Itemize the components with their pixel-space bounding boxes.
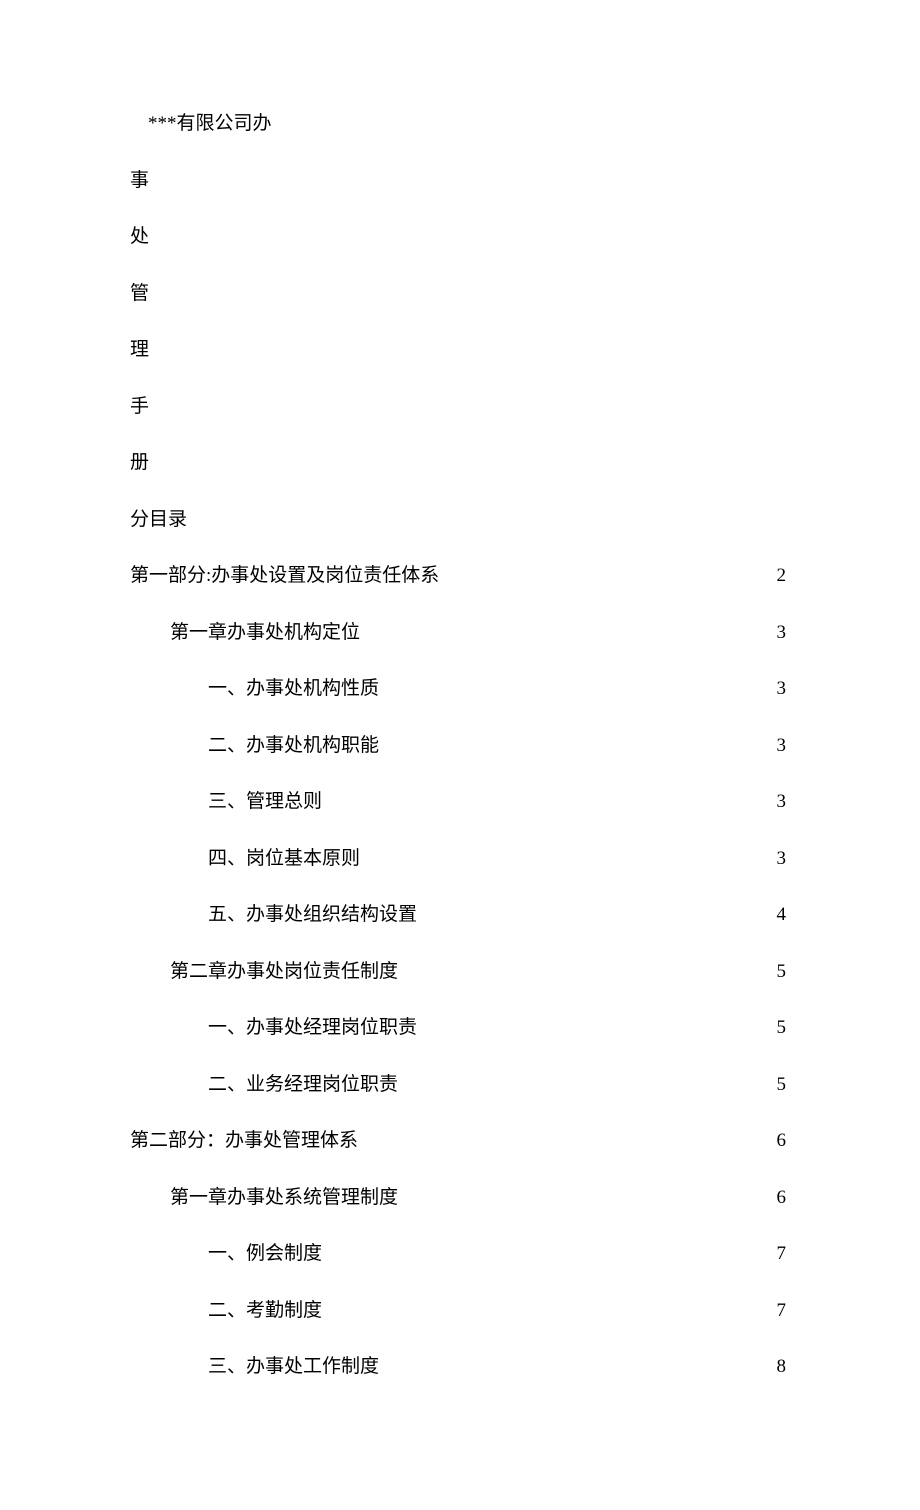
toc-page: 4 xyxy=(777,901,787,930)
toc-page: 3 xyxy=(777,675,787,704)
toc-entry: 一、办事处经理岗位职责 5 xyxy=(130,1014,786,1043)
toc-label: 第一章办事处系统管理制度 xyxy=(170,1184,398,1213)
toc-page: 3 xyxy=(777,845,787,874)
title-part-2: 处 xyxy=(130,223,790,252)
toc-page: 5 xyxy=(777,1071,787,1100)
toc-label: 第一部分:办事处设置及岗位责任体系 xyxy=(130,562,439,591)
title-part-6: 册 xyxy=(130,449,790,478)
toc-label: 一、办事处机构性质 xyxy=(208,675,379,704)
toc-entry: 第一章办事处系统管理制度 6 xyxy=(130,1184,786,1213)
toc-page: 7 xyxy=(777,1240,787,1269)
toc-entry: 二、办事处机构职能 3 xyxy=(130,732,786,761)
toc-label: 二、业务经理岗位职责 xyxy=(208,1071,398,1100)
title-part-0: ***有限公司办 xyxy=(130,110,790,139)
toc-label: 一、办事处经理岗位职责 xyxy=(208,1014,417,1043)
toc-entry: 一、例会制度 7 xyxy=(130,1240,786,1269)
title-part-1: 事 xyxy=(130,167,790,196)
toc-entry: 二、业务经理岗位职责 5 xyxy=(130,1071,786,1100)
toc-label: 四、岗位基本原则 xyxy=(208,845,360,874)
toc-entry: 第一部分:办事处设置及岗位责任体系 2 xyxy=(130,562,786,591)
toc-page: 6 xyxy=(777,1184,787,1213)
toc-label: 二、办事处机构职能 xyxy=(208,732,379,761)
document-page: ***有限公司办 事 处 管 理 手 册 分目录 第一部分:办事处设置及岗位责任… xyxy=(0,0,920,1510)
title-part-5: 手 xyxy=(130,393,790,422)
toc-label: 三、管理总则 xyxy=(208,788,322,817)
toc-label: 第二章办事处岗位责任制度 xyxy=(170,958,398,987)
title-part-4: 理 xyxy=(130,336,790,365)
toc-container: 第一部分:办事处设置及岗位责任体系 2 第一章办事处机构定位 3 一、办事处机构… xyxy=(130,562,786,1382)
toc-page: 6 xyxy=(777,1127,787,1156)
toc-entry: 三、管理总则 3 xyxy=(130,788,786,817)
toc-heading: 分目录 xyxy=(130,506,790,535)
toc-label: 三、办事处工作制度 xyxy=(208,1353,379,1382)
toc-entry: 第一章办事处机构定位 3 xyxy=(130,619,786,648)
toc-page: 2 xyxy=(777,562,787,591)
toc-page: 5 xyxy=(777,958,787,987)
toc-label: 一、例会制度 xyxy=(208,1240,322,1269)
toc-entry: 第二章办事处岗位责任制度 5 xyxy=(130,958,786,987)
toc-entry: 五、办事处组织结构设置 4 xyxy=(130,901,786,930)
toc-label: 第一章办事处机构定位 xyxy=(170,619,360,648)
toc-page: 3 xyxy=(777,619,787,648)
toc-page: 3 xyxy=(777,732,787,761)
toc-entry: 一、办事处机构性质 3 xyxy=(130,675,786,704)
toc-entry: 三、办事处工作制度 8 xyxy=(130,1353,786,1382)
toc-entry: 四、岗位基本原则 3 xyxy=(130,845,786,874)
toc-page: 8 xyxy=(777,1353,787,1382)
toc-page: 3 xyxy=(777,788,787,817)
toc-entry: 第二部分：办事处管理体系 6 xyxy=(130,1127,786,1156)
toc-label: 五、办事处组织结构设置 xyxy=(208,901,417,930)
toc-page: 5 xyxy=(777,1014,787,1043)
title-part-3: 管 xyxy=(130,280,790,309)
toc-label: 第二部分：办事处管理体系 xyxy=(130,1127,358,1156)
